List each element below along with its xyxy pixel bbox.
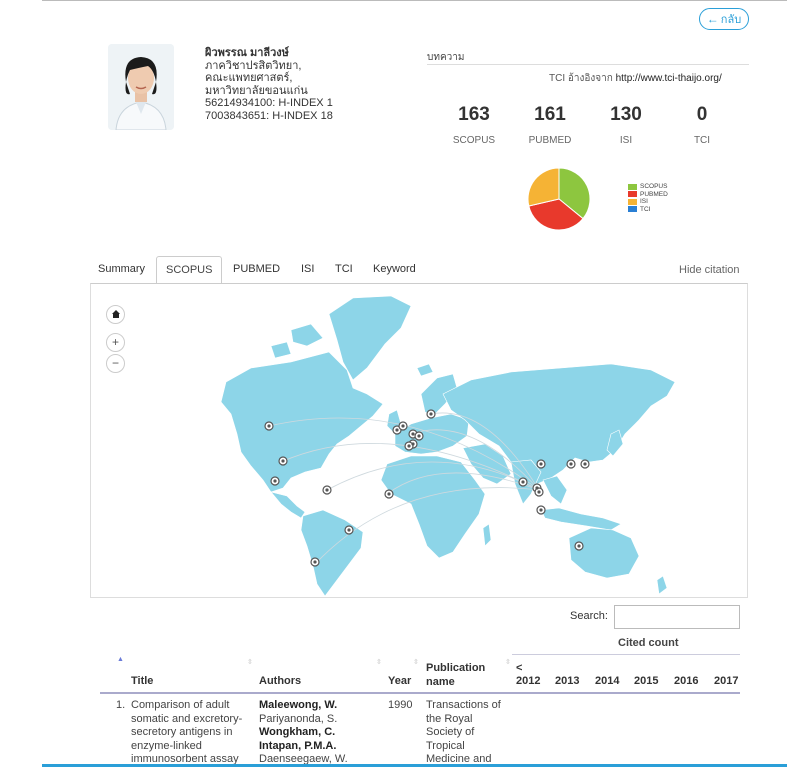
sort-icon[interactable]: ⇳ (413, 658, 419, 666)
citation-world-map[interactable] (90, 283, 748, 598)
row-title[interactable]: Comparison of adult somatic and excretor… (131, 699, 247, 767)
avatar (108, 44, 174, 130)
table-header-divider (100, 692, 740, 694)
legend-item-tci: TCI (628, 206, 668, 214)
tab-keyword[interactable]: Keyword (373, 256, 416, 284)
arrow-left-icon: ← (706, 12, 719, 26)
zoom-out-icon[interactable]: − (106, 354, 125, 373)
profile-hindex: 56214934100: H-INDEX 1 (205, 97, 333, 109)
col-year-2015[interactable]: 2015 (634, 675, 658, 687)
col-year-2016[interactable]: 2016 (674, 675, 698, 687)
stat-isi: 130 ISI (586, 104, 666, 146)
tab-scopus[interactable]: SCOPUS (156, 256, 223, 284)
stat-pubmed: 161 PUBMED (510, 104, 590, 146)
legend-item-pubmed: PUBMED (628, 191, 668, 199)
col-year-pre2012[interactable]: < 2012 (516, 662, 540, 688)
col-year[interactable]: Year (388, 675, 411, 687)
stat-tci: 0 TCI (662, 104, 742, 146)
legend-label: SCOPUS (640, 183, 668, 190)
legend-label: ISI (640, 198, 648, 205)
col-title[interactable]: Title (131, 675, 153, 687)
stat-label: PUBMED (528, 135, 572, 146)
home-icon[interactable] (106, 305, 125, 324)
search-label: Search: (570, 610, 608, 622)
profile-name: ผิวพรรณ มาลีวงษ์ (205, 47, 289, 59)
cited-count-divider (512, 654, 740, 655)
tab-tci[interactable]: TCI (335, 256, 353, 284)
map-landmass (220, 295, 676, 597)
col-year-2014[interactable]: 2014 (595, 675, 619, 687)
stat-label: TCI (693, 135, 711, 146)
row-authors: Maleewong, W. Pariyanonda, S. Wongkham, … (259, 699, 369, 767)
top-divider (42, 0, 787, 1)
profile-info: ผิวพรรณ มาลีวงษ์ ภาควิชาปรสิตวิทยา, คณะแ… (205, 47, 333, 122)
profile-faculty: คณะแพทยศาสตร์, (205, 72, 293, 84)
author-highlight: Wongkham, C. Intapan, P.M.A. (259, 726, 337, 752)
legend-item-isi: ISI (628, 198, 668, 206)
profile-university: มหาวิทยาลัยขอนแก่น (205, 84, 308, 97)
legend-item-scopus: SCOPUS (628, 183, 668, 191)
stat-label: ISI (619, 135, 633, 146)
back-label: กลับ (720, 14, 742, 26)
tci-ref-link[interactable]: http://www.tci-thaijo.org/ (616, 73, 722, 84)
pie-slice-isi[interactable] (527, 167, 560, 207)
col-publication[interactable]: Publication name (426, 661, 496, 689)
legend-swatch (628, 198, 637, 205)
search-input[interactable] (614, 605, 740, 629)
row-publication: Transactions of the Royal Society of Tro… (426, 699, 501, 765)
tci-reference: TCI อ้างอิงจาก http://www.tci-thaijo.org… (549, 71, 722, 86)
world-map-svg (220, 295, 676, 597)
sort-icon[interactable]: ⇳ (247, 658, 253, 666)
articles-divider (427, 64, 749, 65)
author: Pariyanonda, S. (259, 712, 338, 725)
stat-value: 163 (458, 104, 490, 125)
legend-label: PUBMED (640, 190, 668, 198)
articles-label: บทความ (427, 52, 465, 63)
legend-swatch (628, 206, 637, 213)
zoom-in-icon[interactable]: + (106, 333, 125, 352)
col-year-2017[interactable]: 2017 (714, 675, 738, 687)
sort-icon[interactable]: ⇳ (505, 658, 511, 666)
citation-pie-chart (527, 167, 591, 231)
stat-label: SCOPUS (452, 135, 496, 146)
row-index: 1. (116, 699, 126, 711)
stat-scopus: 163 SCOPUS (434, 104, 514, 146)
author-highlight: Maleewong, W. (259, 699, 338, 711)
stat-value: 161 (534, 104, 566, 125)
cited-count-header: Cited count (618, 637, 679, 649)
stat-value: 130 (610, 104, 642, 125)
tab-summary[interactable]: Summary (98, 256, 145, 284)
row-year: 1990 (388, 699, 413, 711)
sort-icon[interactable]: ⇳ (376, 658, 382, 666)
pie-legend: SCOPUS PUBMED ISI TCI (628, 183, 668, 213)
tab-bar: Summary SCOPUS PUBMED ISI TCI Keyword (90, 256, 750, 284)
legend-label: TCI (640, 205, 651, 213)
sort-asc-icon[interactable]: ▲ (117, 656, 124, 663)
legend-swatch (628, 183, 637, 190)
profile-department: ภาควิชาปรสิตวิทยา, (205, 59, 302, 72)
profile-hindex-2: 7003843651: H-INDEX 18 (205, 109, 333, 122)
tab-isi[interactable]: ISI (301, 256, 314, 284)
back-button[interactable]: ← กลับ (699, 8, 749, 30)
col-authors[interactable]: Authors (259, 675, 301, 687)
hide-citation-link[interactable]: Hide citation (679, 264, 740, 276)
tab-pubmed[interactable]: PUBMED (233, 256, 280, 284)
stat-value: 0 (696, 104, 708, 125)
legend-swatch (628, 191, 637, 198)
col-year-2013[interactable]: 2013 (555, 675, 579, 687)
tci-ref-prefix: TCI อ้างอิงจาก (549, 73, 613, 84)
